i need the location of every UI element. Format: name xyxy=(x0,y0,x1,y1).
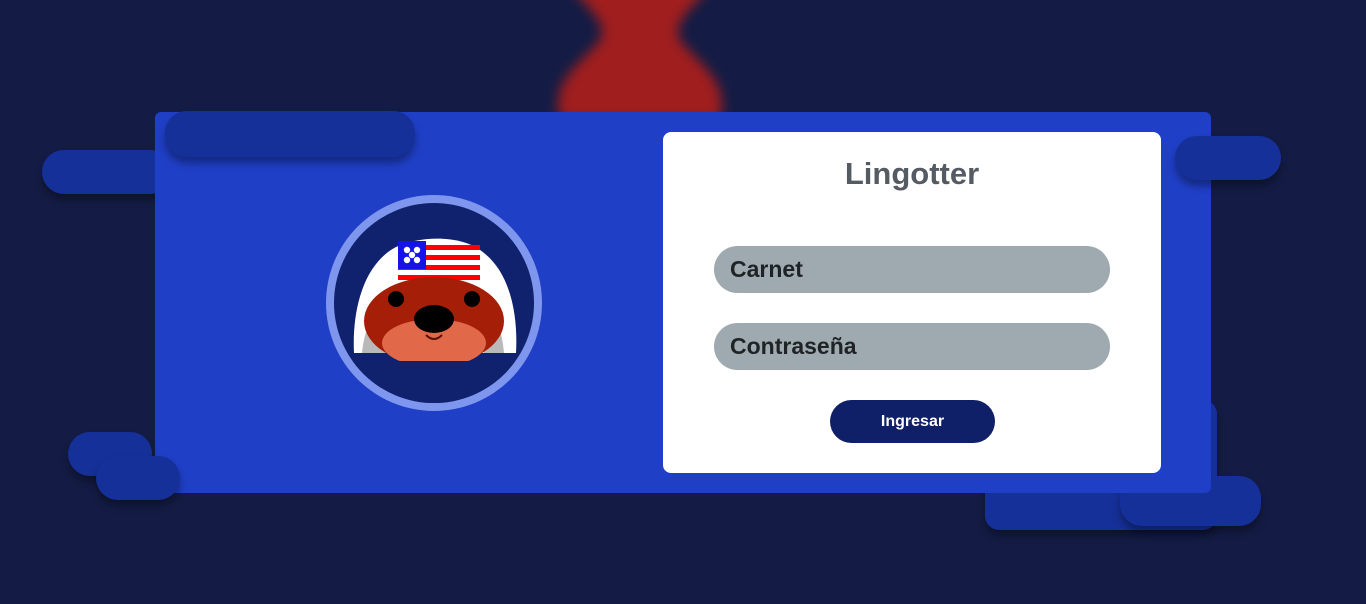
login-form: Lingotter Ingresar xyxy=(663,132,1161,473)
login-button[interactable]: Ingresar xyxy=(830,400,995,443)
app-title: Lingotter xyxy=(844,156,980,191)
decor-blob xyxy=(1175,136,1281,180)
logo-avatar xyxy=(326,195,542,411)
password-input[interactable] xyxy=(714,323,1110,370)
decor-blob xyxy=(42,150,172,194)
red-decoration xyxy=(558,0,722,120)
otter-mascot-icon xyxy=(334,203,534,403)
login-page: Lingotter Ingresar xyxy=(0,0,1366,604)
carnet-input[interactable] xyxy=(714,246,1110,293)
decor-blob xyxy=(165,111,415,157)
decor-blob xyxy=(96,456,180,500)
